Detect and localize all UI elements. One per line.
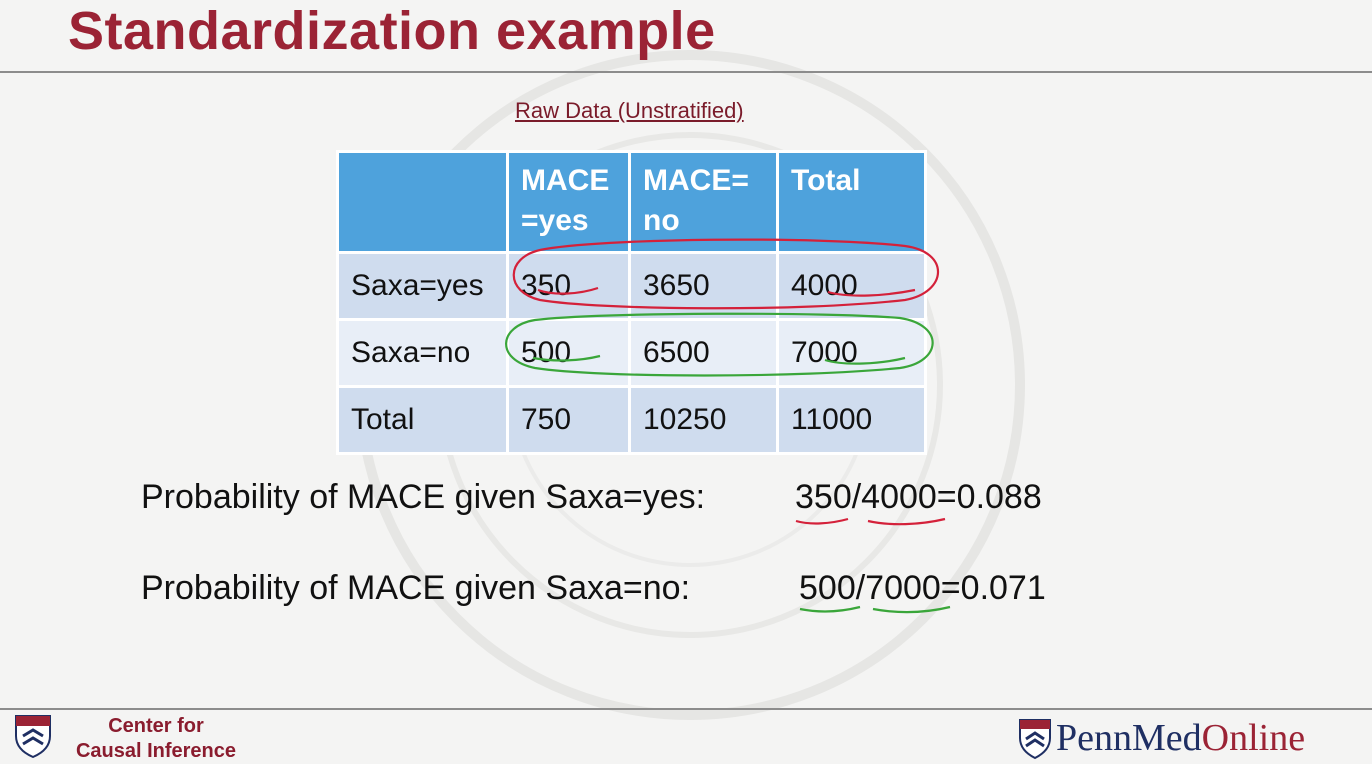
penn-shield-icon xyxy=(1019,719,1051,760)
table-cell: 10250 xyxy=(628,385,779,455)
probability-label: Probability of MACE given Saxa=yes: xyxy=(141,478,706,516)
cci-line1: Center for xyxy=(108,715,204,737)
table-cell: Saxa=yes xyxy=(336,251,509,321)
contingency-table: MACE =yes MACE= no Total Saxa=yes 350 36… xyxy=(336,150,927,455)
table-cell: 500 xyxy=(506,318,631,388)
probability-value: 350/4000=0.088 xyxy=(795,478,1042,516)
slide-title: Standardization example xyxy=(68,1,716,61)
probability-line-saxa-no: Probability of MACE given Saxa=no: 500/7… xyxy=(141,569,1046,608)
center-for-causal-inference-logo: Center for Causal Inference xyxy=(14,714,236,763)
footer-divider xyxy=(0,708,1372,710)
table-cell: 3650 xyxy=(628,251,779,321)
table-cell: 7000 xyxy=(776,318,927,388)
table-cell: Total xyxy=(336,385,509,455)
table-cell: 6500 xyxy=(628,318,779,388)
table-header-cell: MACE =yes xyxy=(506,150,631,254)
table-row: Saxa=no 500 6500 7000 xyxy=(336,318,927,388)
cci-logo-text: Center for Causal Inference xyxy=(56,714,256,764)
title-divider xyxy=(0,71,1372,73)
table-header-cell: Total xyxy=(776,150,927,254)
pennmed-text: PennMed xyxy=(1056,717,1202,759)
table-header-cell: MACE= no xyxy=(628,150,779,254)
table-header-row: MACE =yes MACE= no Total xyxy=(336,150,927,254)
online-text: Online xyxy=(1201,717,1306,759)
probability-label: Probability of MACE given Saxa=no: xyxy=(141,569,691,607)
table-row: Total 750 10250 11000 xyxy=(336,385,927,455)
table-row: Saxa=yes 350 3650 4000 xyxy=(336,251,927,321)
penn-shield-icon xyxy=(15,715,51,759)
table-header-cell xyxy=(336,150,509,254)
table-cell: 750 xyxy=(506,385,631,455)
slide: Standardization example Raw Data (Unstra… xyxy=(0,0,1372,764)
table-cell: 11000 xyxy=(776,385,927,455)
table-caption: Raw Data (Unstratified) xyxy=(515,98,744,123)
pennmedonline-wordmark: PennMedOnline xyxy=(1056,716,1305,760)
probability-line-saxa-yes: Probability of MACE given Saxa=yes: 350/… xyxy=(141,478,1042,517)
probability-value: 500/7000=0.071 xyxy=(799,569,1046,607)
cci-line2: Causal Inference xyxy=(75,740,237,762)
table-cell: 350 xyxy=(506,251,631,321)
table-cell: 4000 xyxy=(776,251,927,321)
table-cell: Saxa=no xyxy=(336,318,509,388)
